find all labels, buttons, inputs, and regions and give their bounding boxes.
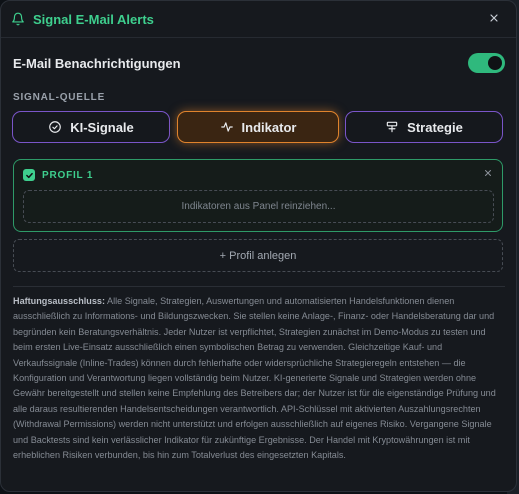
source-button-label: KI-Signale xyxy=(70,119,134,135)
dialog-title: Signal E-Mail Alerts xyxy=(33,11,154,27)
toggle-knob xyxy=(488,56,502,70)
source-button-ki-signale[interactable]: KI-Signale xyxy=(12,111,170,143)
bell-icon xyxy=(11,12,25,26)
source-button-label: Indikator xyxy=(241,119,297,135)
dialog-header: Signal E-Mail Alerts xyxy=(1,1,516,38)
strategy-icon xyxy=(385,120,399,134)
checkbox-checked-icon[interactable] xyxy=(23,169,35,181)
check-circle-icon xyxy=(48,120,62,134)
disclaimer-body: Alle Signale, Strategien, Auswertungen u… xyxy=(13,296,496,461)
source-button-label: Strategie xyxy=(407,119,463,135)
signal-email-alerts-dialog: Signal E-Mail Alerts E-Mail Benachrichti… xyxy=(0,0,517,492)
add-profile-button[interactable]: + Profil anlegen xyxy=(13,239,503,272)
signal-source-label: SIGNAL-QUELLE xyxy=(13,92,106,103)
email-notifications-label: E-Mail Benachrichtigungen xyxy=(13,55,181,71)
divider xyxy=(13,286,505,287)
email-notifications-toggle[interactable] xyxy=(468,53,505,73)
activity-icon xyxy=(220,120,234,134)
source-button-indikator[interactable]: Indikator xyxy=(177,111,339,143)
email-notifications-row: E-Mail Benachrichtigungen xyxy=(13,52,505,74)
close-icon[interactable] xyxy=(487,11,501,25)
remove-profile-icon[interactable] xyxy=(482,167,494,179)
profile-name: PROFIL 1 xyxy=(42,169,94,181)
profile-title: PROFIL 1 xyxy=(23,169,93,181)
profile-card: PROFIL 1 Indikatoren aus Panel reinziehe… xyxy=(13,159,503,232)
source-button-strategie[interactable]: Strategie xyxy=(345,111,503,143)
indicator-dropzone[interactable]: Indikatoren aus Panel reinziehen... xyxy=(23,190,494,223)
disclaimer-text: Haftungsausschluss: Alle Signale, Strate… xyxy=(13,294,505,463)
disclaimer-heading: Haftungsausschluss: xyxy=(13,296,105,306)
